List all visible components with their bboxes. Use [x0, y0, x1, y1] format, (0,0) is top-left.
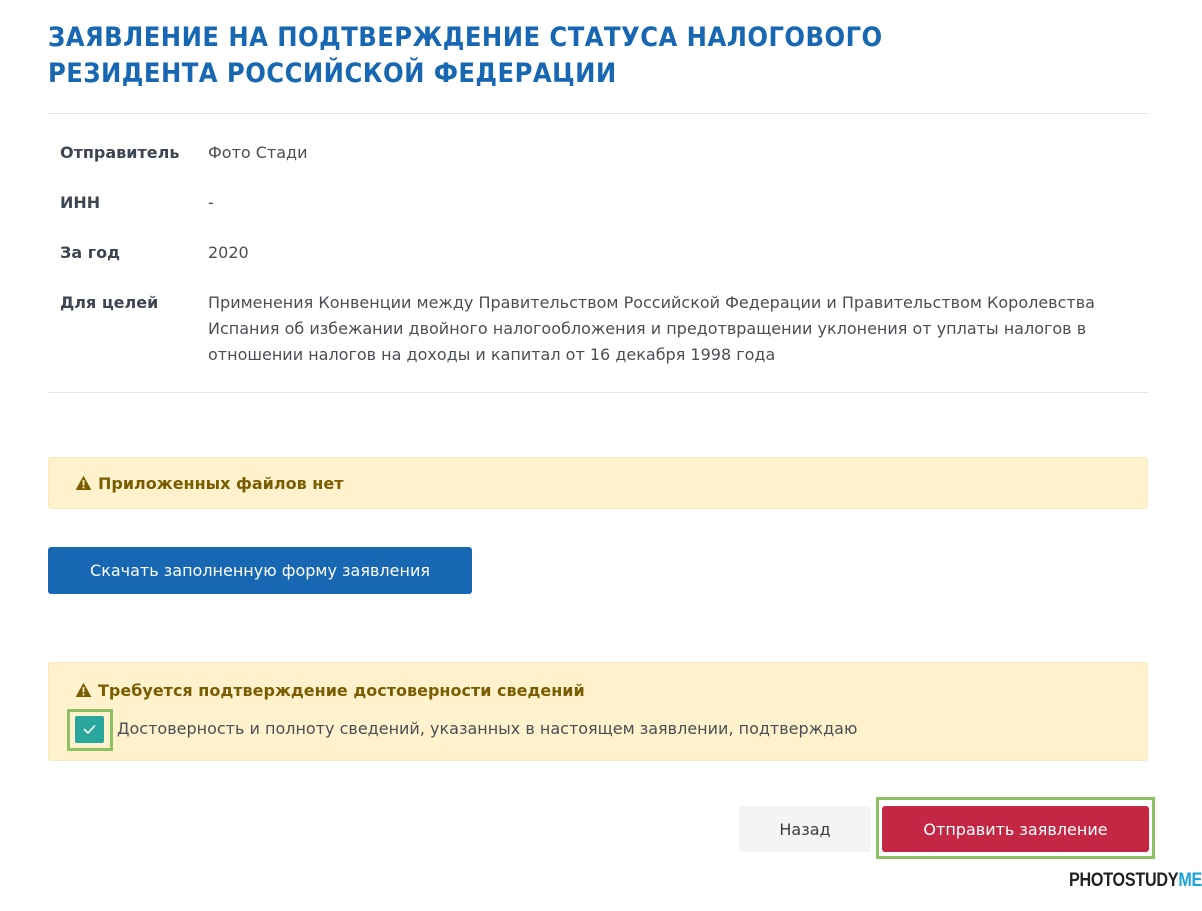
inn-value: - [208, 193, 214, 212]
no-attachments-alert: Приложенных файлов нет [48, 457, 1148, 509]
submit-application-button[interactable]: Отправить заявление [882, 806, 1149, 852]
watermark-part-1: PHOTOSTUDY [1069, 870, 1179, 891]
check-icon [83, 725, 96, 734]
confirm-checkbox-label[interactable]: Достоверность и полноту сведений, указан… [117, 718, 857, 740]
bottom-divider [48, 392, 1148, 393]
watermark-logo: PHOTOSTUDYME [1069, 870, 1202, 892]
download-form-button[interactable]: Скачать заполненную форму заявления [48, 547, 472, 594]
confirmation-title: Требуется подтверждение достоверности св… [98, 681, 585, 700]
checkbox-highlight-frame [67, 709, 113, 751]
year-label: За год [60, 243, 121, 262]
purpose-value: Применения Конвенции между Правительство… [208, 293, 1095, 364]
sender-value: Фото Стади [208, 143, 308, 162]
inn-label: ИНН [60, 193, 101, 212]
warning-icon [75, 682, 92, 697]
watermark-part-2: ME [1178, 870, 1202, 891]
confirmation-alert: Требуется подтверждение достоверности св… [48, 662, 1148, 761]
confirm-checkbox[interactable] [75, 716, 104, 743]
no-attachments-text: Приложенных файлов нет [98, 474, 344, 493]
submit-highlight-frame: Отправить заявление [876, 797, 1155, 859]
top-divider [48, 113, 1148, 114]
year-value: 2020 [208, 243, 249, 262]
page-title: ЗАЯВЛЕНИЕ НА ПОДТВЕРЖДЕНИЕ СТАТУСА НАЛОГ… [48, 22, 883, 89]
warning-icon [75, 475, 92, 490]
sender-label: Отправитель [60, 143, 180, 162]
purpose-label: Для целей [60, 293, 159, 312]
back-button[interactable]: Назад [739, 806, 871, 852]
